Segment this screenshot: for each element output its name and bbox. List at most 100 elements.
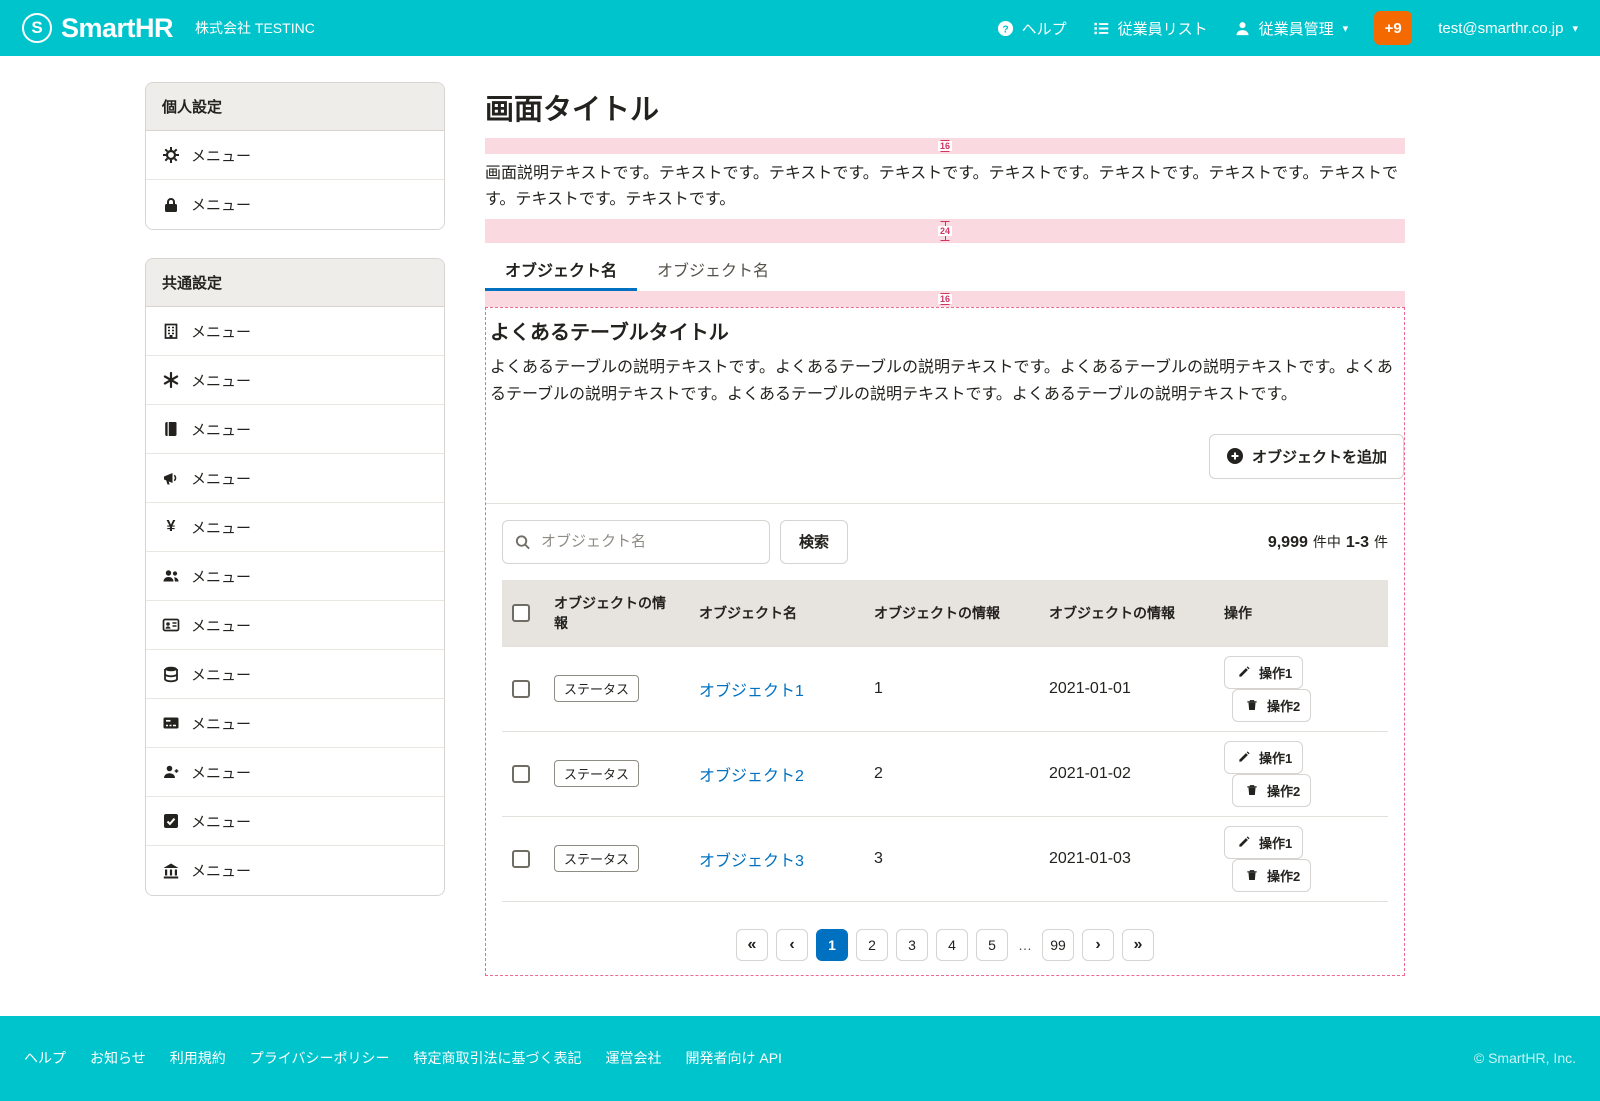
- action-label: 操作2: [1267, 781, 1300, 800]
- sidebar-item-menu[interactable]: メニュー: [146, 552, 444, 601]
- account-menu[interactable]: test@smarthr.co.jp ▾: [1438, 20, 1578, 37]
- sidebar-item-menu[interactable]: ¥ メニュー: [146, 503, 444, 552]
- help-nav-item[interactable]: ? ヘルプ: [997, 18, 1067, 39]
- sidebar-item-menu[interactable]: メニュー: [146, 601, 444, 650]
- copyright: © SmartHR, Inc.: [1474, 1050, 1576, 1066]
- sidebar-section-common: 共通設定 メニュー メニュー メニュー: [145, 258, 445, 896]
- object-date: 2021-01-03: [1037, 816, 1212, 901]
- footer-link-company[interactable]: 運営会社: [605, 1048, 661, 1068]
- add-object-button[interactable]: オブジェクトを追加: [1209, 434, 1404, 479]
- pencil-icon: [1235, 833, 1253, 851]
- column-header: オブジェクトの情報: [862, 580, 1037, 647]
- page-description: 画面説明テキストです。テキストです。テキストです。テキストです。テキストです。テ…: [485, 161, 1405, 212]
- page-button-5[interactable]: 5: [976, 929, 1008, 961]
- sidebar-item-menu[interactable]: メニュー: [146, 307, 444, 356]
- edit-action-button[interactable]: 操作1: [1224, 656, 1303, 689]
- page-button-1[interactable]: 1: [816, 929, 848, 961]
- delete-action-button[interactable]: 操作2: [1232, 859, 1311, 892]
- footer-link-help[interactable]: ヘルプ: [24, 1048, 66, 1068]
- count-range-suffix: 件: [1374, 532, 1388, 552]
- employee-list-label: 従業員リスト: [1118, 18, 1208, 39]
- row-checkbox[interactable]: [512, 765, 530, 783]
- employee-admin-nav-item[interactable]: 従業員管理 ▾: [1234, 18, 1349, 39]
- object-info: 3: [862, 816, 1037, 901]
- edit-action-button[interactable]: 操作1: [1224, 741, 1303, 774]
- sidebar-item-menu[interactable]: メニュー: [146, 846, 444, 895]
- page-button-3[interactable]: 3: [896, 929, 928, 961]
- count-range: 1-3: [1346, 534, 1369, 552]
- search-input[interactable]: [502, 520, 770, 564]
- employee-list-nav-item[interactable]: 従業員リスト: [1093, 18, 1208, 39]
- sidebar-item-label: メニュー: [191, 664, 251, 685]
- check-square-icon: [162, 812, 180, 830]
- svg-text:?: ?: [1002, 24, 1008, 35]
- page-button-4[interactable]: 4: [936, 929, 968, 961]
- page-button-2[interactable]: 2: [856, 929, 888, 961]
- sidebar-item-menu[interactable]: メニュー: [146, 131, 444, 180]
- id-card-icon: [162, 616, 180, 634]
- pencil-icon: [1235, 748, 1253, 766]
- first-page-button[interactable]: «: [736, 929, 768, 961]
- sidebar-item-menu[interactable]: メニュー: [146, 405, 444, 454]
- smarthr-logo[interactable]: S SmartHR: [22, 13, 173, 44]
- sidebar-item-label: メニュー: [191, 713, 251, 734]
- delete-action-button[interactable]: 操作2: [1232, 774, 1311, 807]
- sidebar-item-menu[interactable]: メニュー: [146, 356, 444, 405]
- column-header: オブジェクトの情報: [542, 580, 687, 647]
- select-all-checkbox[interactable]: [512, 604, 530, 622]
- object-link[interactable]: オブジェクト3: [699, 853, 804, 870]
- status-badge: ステータス: [554, 760, 639, 787]
- tab-object-2[interactable]: オブジェクト名: [637, 245, 789, 291]
- object-date: 2021-01-02: [1037, 731, 1212, 816]
- sidebar-item-label: メニュー: [191, 145, 251, 166]
- footer-link-privacy[interactable]: プライバシーポリシー: [250, 1048, 390, 1068]
- search-button[interactable]: 検索: [780, 520, 848, 564]
- notification-badge[interactable]: +9: [1374, 11, 1412, 45]
- users-icon: [162, 567, 180, 585]
- sidebar-item-label: メニュー: [191, 860, 251, 881]
- table-title: よくあるテーブルタイトル: [486, 308, 1404, 345]
- action-label: 操作1: [1259, 748, 1292, 767]
- sidebar-item-menu[interactable]: メニュー: [146, 797, 444, 846]
- footer-link-developer-api[interactable]: 開発者向け API: [685, 1048, 781, 1068]
- object-link[interactable]: オブジェクト1: [699, 683, 804, 700]
- sidebar-item-label: メニュー: [191, 566, 251, 587]
- column-header: オブジェクト名: [687, 580, 862, 647]
- spacing-value: 16: [938, 141, 952, 151]
- app-footer: ヘルプ お知らせ 利用規約 プライバシーポリシー 特定商取引法に基づく表記 運営…: [0, 1016, 1600, 1101]
- sidebar-item-label: メニュー: [191, 370, 251, 391]
- footer-link-commerce-law[interactable]: 特定商取引法に基づく表記: [413, 1048, 581, 1068]
- sidebar-item-menu[interactable]: メニュー: [146, 748, 444, 797]
- header-nav: ? ヘルプ 従業員リスト 従業員管理 ▾ +9 test@smarthr.co.…: [997, 11, 1578, 45]
- footer-link-terms[interactable]: 利用規約: [170, 1048, 226, 1068]
- help-icon: ?: [997, 19, 1015, 37]
- object-info: 1: [862, 646, 1037, 731]
- company-name: 株式会社 TESTINC: [195, 18, 315, 38]
- status-badge: ステータス: [554, 675, 639, 702]
- table-row: ステータス オブジェクト2 2 2021-01-02 操作1 操作2: [502, 731, 1388, 816]
- sidebar-item-menu[interactable]: メニュー: [146, 699, 444, 748]
- tab-object-1[interactable]: オブジェクト名: [485, 245, 637, 291]
- sidebar-item-label: メニュー: [191, 194, 251, 215]
- last-page-button[interactable]: »: [1122, 929, 1154, 961]
- sidebar-section-personal: 個人設定 メニュー メニュー: [145, 82, 445, 230]
- sidebar-item-menu[interactable]: メニュー: [146, 650, 444, 699]
- sidebar-item-menu[interactable]: メニュー: [146, 180, 444, 229]
- sidebar-item-label: メニュー: [191, 321, 251, 342]
- row-checkbox[interactable]: [512, 680, 530, 698]
- plus-circle-icon: [1226, 447, 1244, 465]
- page-button-99[interactable]: 99: [1042, 929, 1074, 961]
- sidebar-item-menu[interactable]: メニュー: [146, 454, 444, 503]
- prev-page-button[interactable]: ‹: [776, 929, 808, 961]
- pagination-ellipsis: …: [1016, 937, 1034, 953]
- row-checkbox[interactable]: [512, 850, 530, 868]
- chevron-down-icon: ▾: [1343, 22, 1349, 35]
- trash-icon: [1243, 866, 1261, 884]
- yen-icon: ¥: [162, 518, 180, 536]
- footer-link-news[interactable]: お知らせ: [90, 1048, 146, 1068]
- object-link[interactable]: オブジェクト2: [699, 768, 804, 785]
- table-row: ステータス オブジェクト1 1 2021-01-01 操作1 操作2: [502, 646, 1388, 731]
- delete-action-button[interactable]: 操作2: [1232, 689, 1311, 722]
- edit-action-button[interactable]: 操作1: [1224, 826, 1303, 859]
- next-page-button[interactable]: ›: [1082, 929, 1114, 961]
